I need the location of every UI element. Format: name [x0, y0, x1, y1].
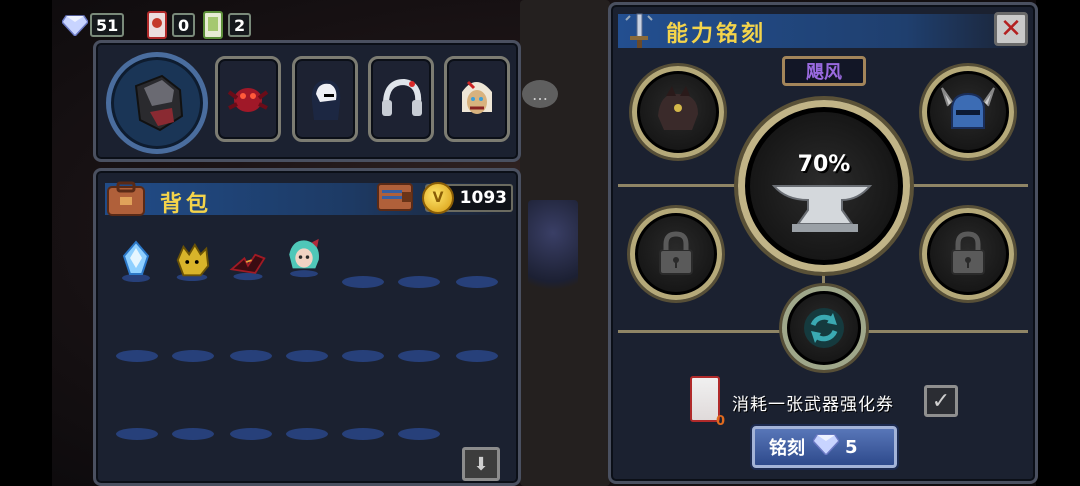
refresh-button[interactable] [782, 286, 866, 370]
bag-slot-empty[interactable] [286, 428, 328, 440]
bag-item-ice-crystal[interactable] [116, 240, 156, 284]
engrave-cost: 5 [845, 436, 858, 458]
pet-slot-masked-elder[interactable] [444, 56, 510, 142]
bag-slot-empty[interactable] [116, 350, 158, 362]
lock-icon [659, 231, 693, 275]
teal-hair-girl-icon [289, 238, 319, 278]
weapon-ticket-icon [144, 11, 170, 39]
ability-slot-locked-left[interactable] [630, 208, 722, 300]
ability-slot-top-left[interactable] [632, 66, 724, 158]
gauntlet-icon [134, 74, 184, 132]
gem-count: 51 [90, 13, 125, 37]
gem-icon [812, 433, 840, 461]
ability-slot-top-right[interactable] [922, 66, 1014, 158]
engrave-button[interactable]: 铭刻 5 [752, 426, 897, 468]
arrow-down-icon: ⬇ [473, 453, 489, 475]
card-ticket-count: 2 [228, 13, 252, 37]
bag-slot-empty[interactable] [398, 428, 440, 440]
dark-beast-icon [658, 86, 698, 130]
player-character [528, 200, 578, 310]
bag-item-teal-hair-girl[interactable] [284, 236, 324, 280]
bag-slot-empty[interactable] [456, 350, 498, 362]
currency-weapon-tickets: 0 [144, 10, 196, 40]
weapon-name-tag: 飓风 [782, 56, 866, 86]
success-rate: 70% [797, 152, 851, 177]
weapon-ticket-count: 0 [172, 13, 196, 37]
bag-slot-empty[interactable] [342, 276, 384, 288]
golden-beast-icon [176, 243, 210, 282]
masked-elder-icon [462, 80, 492, 114]
bag-slot-empty[interactable] [172, 350, 214, 362]
currency-card-tickets: 2 [200, 10, 252, 40]
bag-item-golden-beast[interactable] [172, 240, 212, 284]
red-spider-icon [227, 88, 269, 112]
gem-icon [62, 12, 88, 38]
pet-slot-ghost[interactable] [292, 56, 358, 142]
check-icon: ✓ [931, 388, 951, 414]
lock-icon [951, 231, 985, 275]
currency-gems: 51 [62, 10, 125, 40]
bag-slot-empty[interactable] [230, 428, 272, 440]
pet-slot-spider[interactable] [215, 56, 281, 142]
bag-slot-empty[interactable] [286, 350, 328, 362]
white-hood-icon [311, 80, 341, 120]
bag-slot-empty[interactable] [172, 428, 214, 440]
wallet-button[interactable] [376, 180, 414, 214]
consume-ticket-checkbox[interactable]: ✓ [924, 385, 958, 417]
ability-slot-locked-right[interactable] [922, 208, 1014, 300]
close-button[interactable]: ✕ [994, 12, 1028, 46]
bag-slot-empty[interactable] [342, 428, 384, 440]
left-letterbox [0, 0, 52, 486]
pet-slot-headphones[interactable] [368, 56, 434, 142]
bag-slot-empty[interactable] [116, 428, 158, 440]
backpack-title: 背包 [160, 192, 213, 217]
consume-ticket-label: 消耗一张武器强化券 [732, 395, 894, 415]
bag-slot-empty[interactable] [398, 276, 440, 288]
engrave-title: 能力铭刻 [666, 22, 767, 47]
weapon-gauntlet-slot[interactable] [106, 52, 208, 154]
bag-slot-empty[interactable] [342, 350, 384, 362]
ice-crystal-icon [122, 240, 150, 282]
bag-slot-empty[interactable] [398, 350, 440, 362]
coin-amount: 1093 [459, 188, 507, 208]
horned-helmet-icon [941, 87, 995, 129]
engrave-button-label: 铭刻 [769, 438, 805, 459]
game-screen: … 51 0 2 背包 1093 V ⬇ 能力铭刻 ✕ 飓风 70% 0 消耗一… [0, 0, 1080, 486]
refresh-icon [804, 308, 844, 348]
right-letterbox [1036, 0, 1080, 486]
gold-coin-icon: V [422, 182, 454, 214]
red-wing-icon [229, 253, 266, 281]
bag-item-red-wing[interactable] [228, 240, 268, 284]
backpack-icon [106, 181, 146, 217]
bag-slot-empty[interactable] [230, 350, 272, 362]
sword-icon [622, 12, 656, 50]
wallet-icon [377, 183, 413, 211]
card-ticket-icon [200, 11, 226, 39]
headphones-icon [382, 78, 422, 116]
bag-scroll-down-button[interactable]: ⬇ [462, 447, 500, 481]
speech-bubble-icon: … [522, 80, 558, 108]
bag-slot-empty[interactable] [456, 276, 498, 288]
anvil-icon [770, 180, 880, 236]
ticket-owned-count: 0 [716, 414, 726, 429]
